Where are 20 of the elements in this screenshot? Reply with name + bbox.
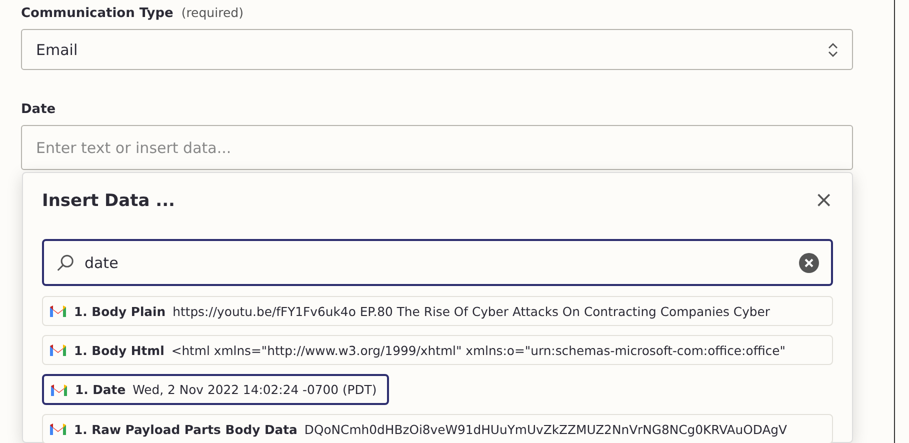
- search-input[interactable]: date: [82, 252, 791, 272]
- close-button[interactable]: ×: [814, 190, 833, 212]
- required-note: (required): [181, 5, 244, 20]
- data-item[interactable]: 1. Raw Payload Parts Body Data DQoNCmh0dHBzOi8veW91dHUuYmUvZkZZMUZ2NnVrNG8NCg0KRVAuODAgV: [42, 414, 833, 443]
- mail-icon: [50, 382, 68, 396]
- mail-icon: [49, 343, 67, 357]
- field-label: Date: [21, 102, 56, 117]
- data-item[interactable]: 1. Date Wed, 2 Nov 2022 14:02:24 -0700 (PDT): [42, 374, 389, 405]
- chevron-icon: [828, 42, 838, 58]
- mail-icon: [49, 304, 67, 318]
- select-field[interactable]: Email: [21, 29, 853, 70]
- field-label: Communication Type: [21, 6, 174, 21]
- clear-icon[interactable]: [799, 252, 819, 272]
- data-item[interactable]: 1. Body Html <html xmlns="http://www.w3.org/1999/xhtml" xmlns:o="urn:schemas-microsoft-com:office:office": [42, 335, 833, 365]
- text-input[interactable]: Enter text or insert data...: [21, 125, 853, 170]
- search-field[interactable]: date: [42, 239, 833, 286]
- data-item[interactable]: 1. Body Plain https://youtu.be/fFY1Fv6uk4o EP.80 The Rise Of Cyber Attacks On Contracting Companies Cyber: [42, 296, 833, 326]
- mail-icon: [49, 422, 67, 436]
- search-icon: [56, 252, 74, 272]
- popup-title: Insert Data ...: [42, 191, 175, 211]
